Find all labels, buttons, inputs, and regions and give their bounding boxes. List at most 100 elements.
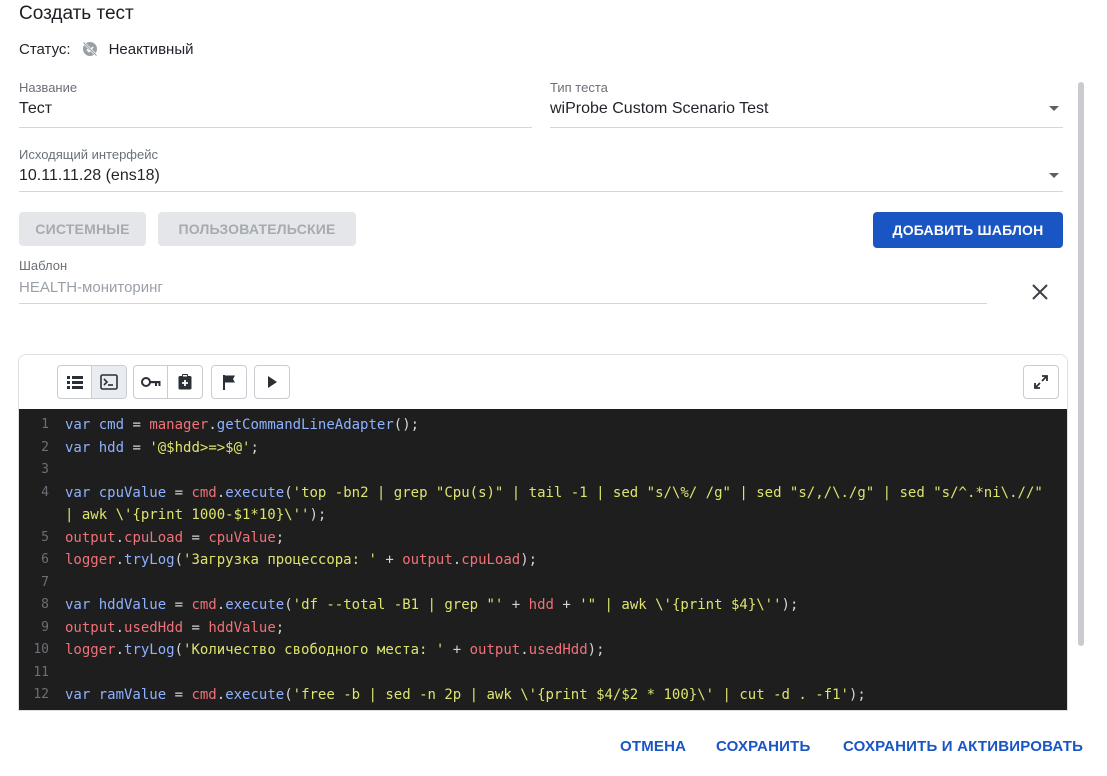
- code-token: .: [115, 552, 125, 568]
- line-content: var hddValue = cmd.execute('df --total -…: [65, 594, 798, 616]
- code-token: =: [124, 417, 150, 433]
- line-number: 12: [33, 687, 49, 702]
- line-number: 5: [41, 529, 49, 545]
- name-field-label: Название: [19, 80, 78, 95]
- code-token: (: [284, 687, 293, 703]
- name-field[interactable]: Название Тест: [19, 80, 532, 128]
- name-field-value[interactable]: Тест: [19, 100, 52, 118]
- test-type-value[interactable]: wiProbe Custom Scenario Test: [550, 100, 768, 118]
- code-token: cpuValue: [98, 484, 167, 501]
- chevron-down-icon[interactable]: [1049, 173, 1059, 178]
- user-templates-button[interactable]: ПОЛЬЗОВАТЕЛЬСКИЕ: [158, 212, 356, 246]
- code-token: 'free -b | sed -n 2p | awk \'{print $4/$…: [292, 687, 849, 703]
- code-token: (: [284, 597, 293, 613]
- code-token: .: [216, 687, 226, 703]
- play-icon[interactable]: [255, 366, 289, 398]
- code-token: 'Количество свободного места: ': [183, 642, 445, 658]
- code-token: +: [376, 552, 403, 568]
- code-token: (: [284, 484, 293, 501]
- code-token: hdd: [528, 597, 554, 613]
- code-token: (: [174, 642, 184, 658]
- line-content: logger.tryLog('Загрузка процессора: ' + …: [65, 549, 537, 571]
- line-number: 7: [41, 574, 49, 590]
- template-field[interactable]: Шаблон HEALTH-мониторинг: [19, 258, 987, 304]
- key-icon[interactable]: [134, 366, 168, 398]
- code-token: var: [65, 484, 99, 501]
- code-token: execute: [225, 484, 285, 501]
- save-button[interactable]: СОХРАНИТЬ: [716, 738, 810, 755]
- code-token: =: [183, 529, 209, 546]
- code-token: '@$hdd>=>$@': [149, 439, 251, 456]
- code-token: getCommandLineAdapter: [216, 417, 394, 433]
- code-token: .: [452, 552, 462, 568]
- line-number: 4: [41, 484, 49, 500]
- test-type-label: Тип теста: [550, 80, 608, 95]
- line-number: 9: [41, 619, 49, 635]
- line-content: output.cpuLoad = cpuValue;: [65, 527, 284, 549]
- code-token: +: [553, 597, 580, 613]
- code-token: hdd: [98, 439, 125, 456]
- line-content: var ramValue = cmd.execute('free -b | se…: [65, 684, 866, 706]
- flag-icon[interactable]: [212, 366, 246, 398]
- line-content: var hdd = '@$hdd>=>$@';: [65, 437, 259, 459]
- code-token: output: [402, 552, 453, 568]
- code-token: cmd: [98, 417, 125, 433]
- code-token: cpuLoad: [461, 552, 521, 568]
- code-token: ;: [250, 439, 259, 456]
- code-token: tryLog: [124, 552, 175, 568]
- code-token: );: [520, 552, 538, 568]
- code-token: var: [65, 597, 99, 613]
- code-token: output: [469, 642, 521, 658]
- code-token: .: [216, 597, 226, 613]
- insert-tools-group: [133, 365, 203, 399]
- add-template-button[interactable]: ДОБАВИТЬ ШАБЛОН: [873, 212, 1063, 248]
- status-row: Статус: Неактивный: [19, 40, 194, 58]
- status-value: Неактивный: [108, 40, 194, 58]
- interface-select[interactable]: Исходящий интерфейс 10.11.11.28 (ens18): [19, 147, 1063, 192]
- terminal-icon[interactable]: [92, 366, 126, 398]
- code-token: cpuValue: [208, 529, 276, 546]
- code-area[interactable]: 1 var cmd = manager.getCommandLineAdapter…: [19, 409, 1067, 710]
- code-token: (: [174, 552, 184, 568]
- code-token: ;: [275, 529, 285, 546]
- code-token: execute: [225, 597, 285, 613]
- cancel-button[interactable]: ОТМЕНА: [620, 738, 686, 755]
- code-editor[interactable]: 1 var cmd = manager.getCommandLineAdapter…: [18, 354, 1068, 711]
- code-token: execute: [225, 687, 285, 703]
- page-scrollbar[interactable]: [1078, 82, 1084, 646]
- line-content: output.usedHdd = hddValue;: [65, 617, 284, 639]
- code-token: );: [587, 642, 605, 658]
- interface-value[interactable]: 10.11.11.28 (ens18): [19, 167, 160, 185]
- code-token: 'top -bn2 | grep "Cpu(s)" | tail -1 | se…: [292, 484, 1043, 501]
- template-value[interactable]: HEALTH-мониторинг: [19, 279, 163, 296]
- code-token: hddValue: [98, 597, 167, 613]
- code-token: =: [183, 619, 209, 636]
- code-token: ;: [275, 619, 285, 636]
- code-token: );: [309, 507, 327, 523]
- system-templates-button[interactable]: СИСТЕМНЫЕ: [19, 212, 146, 246]
- code-token: .: [520, 642, 529, 658]
- save-and-activate-button[interactable]: СОХРАНИТЬ И АКТИВИРОВАТЬ: [843, 738, 1083, 755]
- close-icon[interactable]: [1028, 280, 1052, 304]
- code-token: +: [444, 642, 470, 658]
- code-token: );: [848, 687, 866, 703]
- test-type-select[interactable]: Тип теста wiProbe Custom Scenario Test: [550, 80, 1063, 128]
- line-number: 2: [41, 439, 49, 455]
- clipboard-add-icon[interactable]: [168, 366, 202, 398]
- line-number: 11: [33, 664, 49, 680]
- code-token: output: [65, 619, 116, 636]
- code-token: cmd: [191, 597, 217, 613]
- code-token: cmd: [191, 687, 217, 703]
- code-token: ramValue: [98, 687, 167, 703]
- code-token: 'df --total -B1 | grep "': [292, 597, 504, 613]
- line-number: 6: [41, 552, 49, 567]
- code-token: usedHdd: [528, 642, 588, 658]
- list-icon[interactable]: [58, 366, 92, 398]
- line-content: var cmd = manager.getCommandLineAdapter(…: [65, 414, 419, 436]
- code-token: =: [166, 687, 192, 703]
- code-token: .: [115, 529, 125, 546]
- fullscreen-icon[interactable]: [1024, 366, 1058, 398]
- code-token: output: [65, 529, 116, 546]
- code-token: var: [65, 417, 99, 433]
- chevron-down-icon[interactable]: [1049, 106, 1059, 111]
